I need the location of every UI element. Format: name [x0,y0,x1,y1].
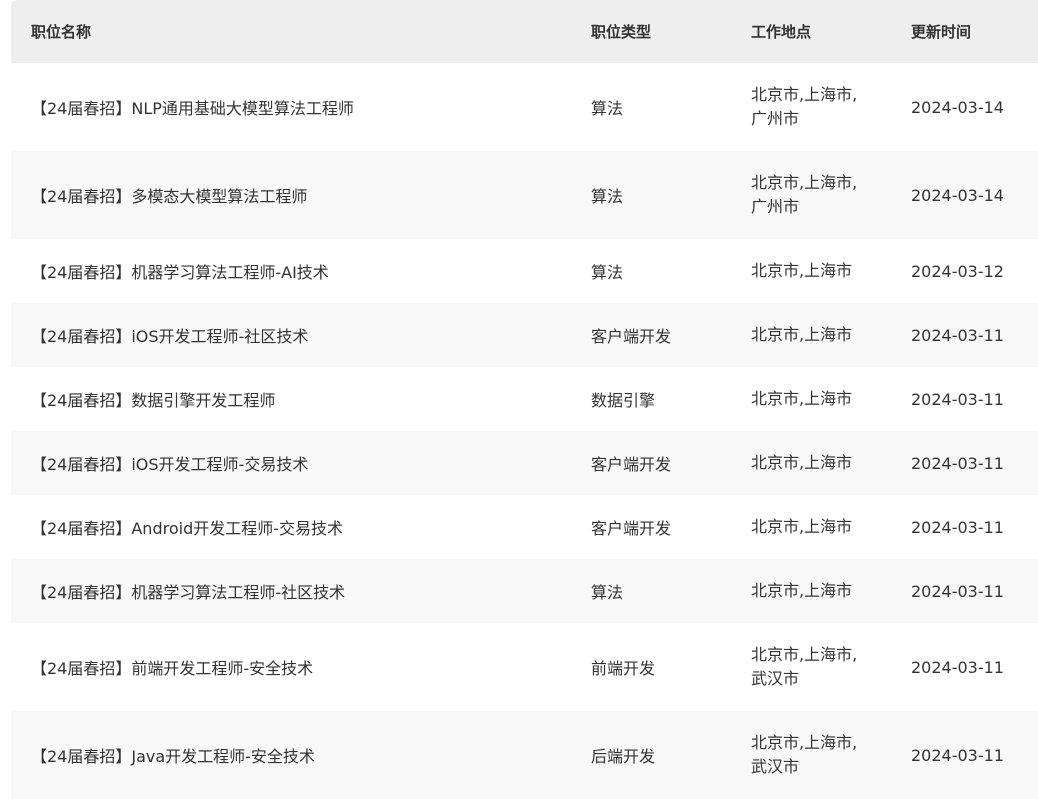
job-type: 客户端开发 [591,327,672,346]
job-location: 北京市,上海市, 广州市 [751,85,858,128]
job-type: 客户端开发 [591,455,672,474]
job-name[interactable]: 【24届春招】NLP通用基础大模型算法工程师 [11,95,591,119]
job-location: 北京市,上海市, 武汉市 [751,733,858,776]
column-header-name: 职位名称 [31,23,92,41]
job-table: 职位名称 职位类型 工作地点 更新时间 【24届春招】NLP通用基础大模型算法工… [11,0,1038,799]
job-updated: 2024-03-11 [911,745,1004,765]
job-type: 算法 [591,99,624,118]
column-header-updated: 更新时间 [911,23,972,41]
job-updated: 2024-03-11 [911,325,1004,345]
table-row[interactable]: 【24届春招】机器学习算法工程师-社区技术 算法 北京市,上海市 2024-03… [11,559,1038,623]
job-type: 算法 [591,263,624,282]
column-header-location: 工作地点 [751,22,812,41]
job-location: 北京市,上海市 [751,261,853,280]
job-name[interactable]: 【24届春招】机器学习算法工程师-社区技术 [11,579,591,603]
job-name[interactable]: 【24届春招】Java开发工程师-安全技术 [11,743,591,767]
job-name[interactable]: 【24届春招】iOS开发工程师-交易技术 [11,451,591,475]
table-row[interactable]: 【24届春招】机器学习算法工程师-AI技术 算法 北京市,上海市 2024-03… [11,239,1038,303]
job-location: 北京市,上海市, 武汉市 [751,645,858,688]
table-row[interactable]: 【24届春招】Java开发工程师-安全技术 后端开发 北京市,上海市, 武汉市 … [11,711,1038,799]
column-header-type: 职位类型 [591,23,652,41]
table-header: 职位名称 职位类型 工作地点 更新时间 [11,0,1038,63]
job-location: 北京市,上海市 [751,389,853,408]
job-type: 算法 [591,583,624,602]
job-location: 北京市,上海市 [751,325,853,344]
job-updated: 2024-03-12 [911,261,1004,281]
job-updated: 2024-03-11 [911,389,1004,409]
job-name[interactable]: 【24届春招】前端开发工程师-安全技术 [11,655,591,679]
job-updated: 2024-03-11 [911,657,1004,677]
job-updated: 2024-03-14 [911,97,1004,117]
table-row[interactable]: 【24届春招】Android开发工程师-交易技术 客户端开发 北京市,上海市 2… [11,495,1038,559]
job-type: 后端开发 [591,747,656,766]
job-updated: 2024-03-14 [911,185,1004,205]
job-name[interactable]: 【24届春招】Android开发工程师-交易技术 [11,515,591,539]
table-row[interactable]: 【24届春招】数据引擎开发工程师 数据引擎 北京市,上海市 2024-03-11 [11,367,1038,431]
job-location: 北京市,上海市 [751,581,853,600]
job-type: 前端开发 [591,659,656,678]
job-type: 算法 [591,187,624,206]
table-row[interactable]: 【24届春招】多模态大模型算法工程师 算法 北京市,上海市, 广州市 2024-… [11,151,1038,239]
job-location: 北京市,上海市 [751,453,853,472]
table-row[interactable]: 【24届春招】NLP通用基础大模型算法工程师 算法 北京市,上海市, 广州市 2… [11,63,1038,151]
job-location: 北京市,上海市, 广州市 [751,173,858,216]
job-name[interactable]: 【24届春招】机器学习算法工程师-AI技术 [11,259,591,283]
job-name[interactable]: 【24届春招】多模态大模型算法工程师 [11,183,591,207]
job-type: 客户端开发 [591,519,672,538]
table-row[interactable]: 【24届春招】iOS开发工程师-社区技术 客户端开发 北京市,上海市 2024-… [11,303,1038,367]
job-updated: 2024-03-11 [911,453,1004,473]
job-name[interactable]: 【24届春招】iOS开发工程师-社区技术 [11,323,591,347]
job-updated: 2024-03-11 [911,517,1004,537]
job-type: 数据引擎 [591,391,656,410]
job-updated: 2024-03-11 [911,581,1004,601]
job-name[interactable]: 【24届春招】数据引擎开发工程师 [11,387,591,411]
table-row[interactable]: 【24届春招】iOS开发工程师-交易技术 客户端开发 北京市,上海市 2024-… [11,431,1038,495]
table-row[interactable]: 【24届春招】前端开发工程师-安全技术 前端开发 北京市,上海市, 武汉市 20… [11,623,1038,711]
job-location: 北京市,上海市 [751,517,853,536]
